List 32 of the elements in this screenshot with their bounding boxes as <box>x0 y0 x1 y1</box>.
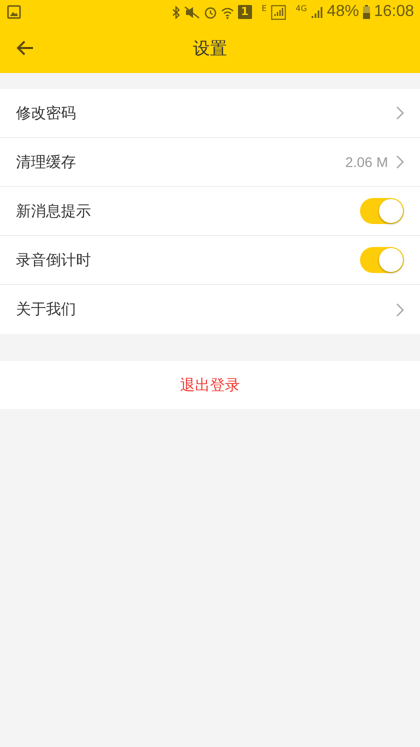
page-title: 设置 <box>193 38 227 60</box>
row-label: 清理缓存 <box>16 152 77 172</box>
row-label: 新消息提示 <box>16 202 92 220</box>
alarm-icon <box>204 6 217 18</box>
clock: 16:08 <box>374 3 414 21</box>
logout-button[interactable]: 退出登录 <box>0 361 420 409</box>
row-label: 关于我们 <box>16 300 77 319</box>
bluetooth-icon <box>172 6 180 18</box>
settings-row[interactable]: 新消息提示 <box>0 187 420 236</box>
chevron-right-icon <box>396 106 404 120</box>
signal-icon <box>310 6 323 18</box>
chevron-right-icon <box>396 155 404 169</box>
mute-icon <box>184 6 200 18</box>
settings-row[interactable]: 清理缓存 2.06 M <box>0 138 420 187</box>
network-type: 4G <box>296 4 307 13</box>
network-type: E <box>262 4 267 13</box>
settings-row[interactable]: 修改密码 <box>0 89 420 138</box>
battery-percent: 48% <box>326 3 359 21</box>
settings-row[interactable]: 录音倒计时 <box>0 236 420 285</box>
toggle-switch[interactable] <box>360 198 404 224</box>
sim-badge: 1 <box>238 5 252 19</box>
back-arrow-icon <box>16 40 34 56</box>
toggle-switch[interactable] <box>360 247 404 273</box>
image-icon <box>7 5 21 19</box>
cache-size: 2.06 M <box>345 154 388 170</box>
row-label: 修改密码 <box>16 104 77 122</box>
chevron-right-icon <box>396 302 404 316</box>
signal-icon <box>270 4 286 20</box>
battery-icon <box>362 5 370 19</box>
wifi-icon <box>220 6 234 18</box>
settings-row[interactable]: 关于我们 <box>0 285 420 334</box>
row-label: 录音倒计时 <box>16 250 92 270</box>
